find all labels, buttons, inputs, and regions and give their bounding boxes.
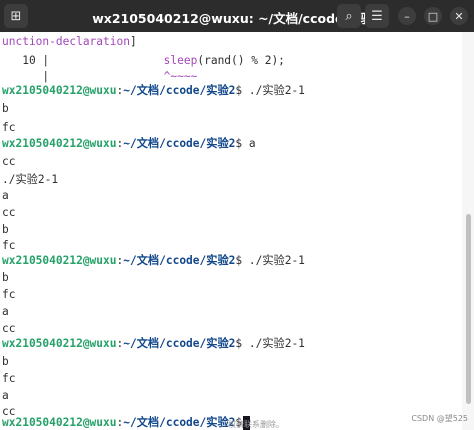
overlay-notice: 权请联系删除。 <box>228 420 284 429</box>
terminal-output[interactable]: unction-declaration] 10 | sleep(rand() %… <box>0 32 462 430</box>
title-bar: ⊞ wx2105040212@wuxu: ~/文档/ccode/实验2 ⌕ ☰ … <box>0 0 474 32</box>
scrollbar-thumb[interactable] <box>466 214 471 404</box>
command-text: ./实验2-1 <box>242 254 305 267</box>
highlighted-call: sleep <box>163 54 198 67</box>
prompt-line: wx2105040212@wuxu:~/文档/ccode/实验2$ a <box>2 137 256 150</box>
prompt-line: wx2105040212@wuxu:~/文档/ccode/实验2$ ./实验2-… <box>2 337 305 350</box>
maximize-icon: □ <box>427 9 439 23</box>
vertical-scrollbar[interactable] <box>462 32 474 430</box>
output-line: cc <box>2 155 16 168</box>
output-line: b <box>2 102 9 115</box>
menu-button[interactable]: ☰ <box>365 4 389 28</box>
prompt-line: wx2105040212@wuxu:~/文档/ccode/实验2$ ./实验2-… <box>2 84 305 97</box>
search-button[interactable]: ⌕ <box>337 4 361 28</box>
hamburger-menu-icon: ☰ <box>371 8 383 24</box>
prompt-line: wx2105040212@wuxu:~/文档/ccode/实验2$ ./实验2-… <box>2 254 305 267</box>
warning-line: unction-declaration] <box>2 35 137 48</box>
output-line: ./实验2-1 <box>2 173 59 186</box>
prompt-line: wx2105040212@wuxu:~/文档/ccode/实验2$ <box>2 413 251 430</box>
minimize-button[interactable]: – <box>398 7 416 25</box>
new-tab-icon: ⊞ <box>10 8 22 24</box>
close-icon: ✕ <box>454 9 464 23</box>
warning-flag: unction-declaration <box>2 35 130 48</box>
watermark: CSDN @望525 <box>411 414 468 423</box>
maximize-button[interactable]: □ <box>424 7 442 25</box>
search-icon: ⌕ <box>345 8 353 24</box>
command-text: ./实验2-1 <box>242 337 305 350</box>
command-text: ./实验2-1 <box>242 84 305 97</box>
new-tab-button[interactable]: ⊞ <box>4 4 28 28</box>
minimize-icon: – <box>404 9 410 23</box>
command-text: a <box>242 137 256 150</box>
close-button[interactable]: ✕ <box>450 7 468 25</box>
